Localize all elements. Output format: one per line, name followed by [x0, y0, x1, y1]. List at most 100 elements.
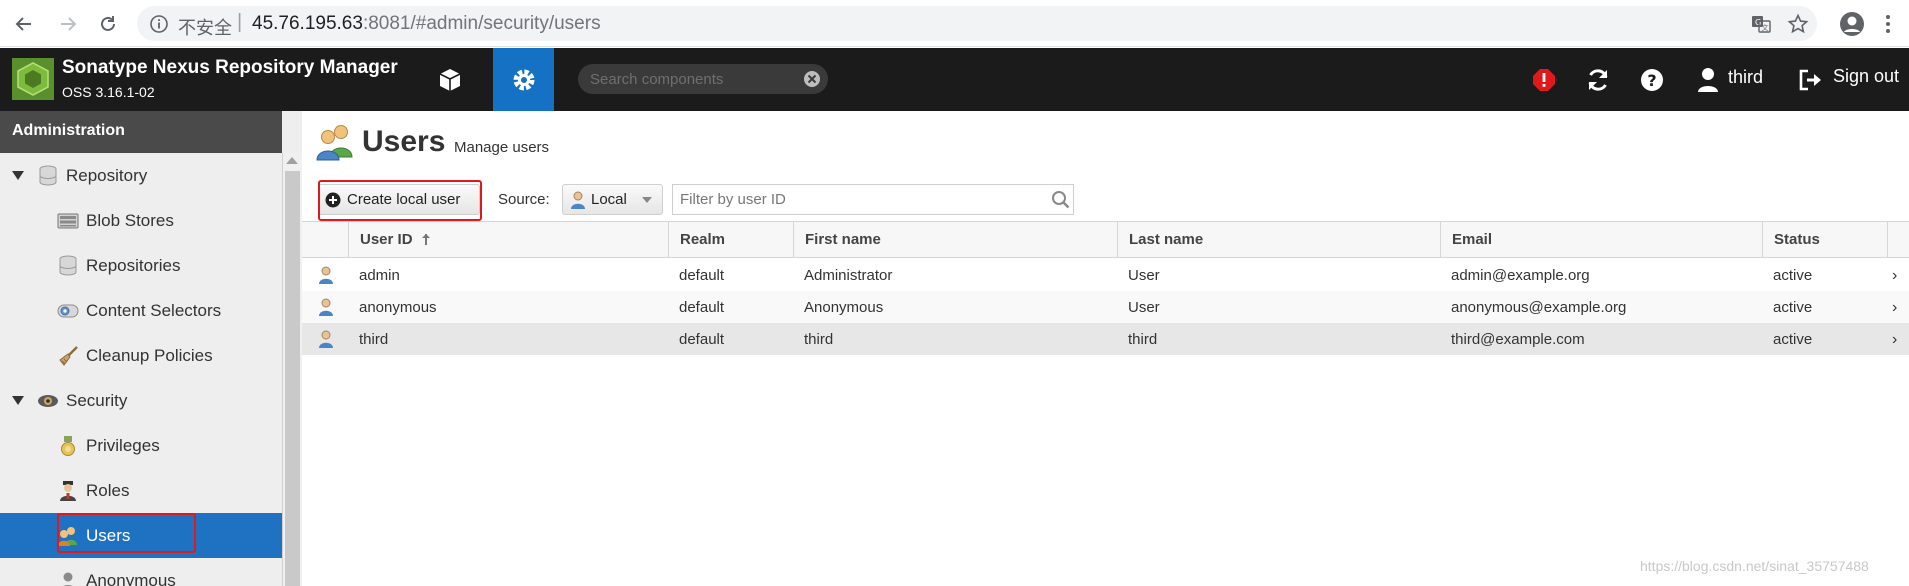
content-selector-icon: [57, 304, 79, 317]
chevron-right-icon[interactable]: ›: [1892, 331, 1897, 349]
info-icon[interactable]: [149, 14, 169, 34]
cell-status: active: [1773, 331, 1813, 348]
arrow-right-icon: [61, 17, 77, 31]
table-row[interactable]: admin default Administrator User admin@e…: [302, 259, 1909, 291]
sidebar-group-repository[interactable]: Repository: [0, 153, 282, 198]
address-bar[interactable]: 不安全 | 45.76.195.63:8081/#admin/security/…: [137, 6, 1817, 41]
chevron-right-icon[interactable]: ›: [1892, 267, 1897, 285]
kebab-menu-icon[interactable]: [1880, 12, 1896, 36]
database-icon: [59, 255, 77, 276]
filter-user-id-input[interactable]: [680, 185, 1040, 214]
table-row[interactable]: anonymous default Anonymous User anonymo…: [302, 291, 1909, 323]
users-icon: [58, 526, 77, 546]
svg-text:G: G: [1755, 18, 1761, 27]
sidebar-scrollbar[interactable]: [282, 153, 302, 586]
sidebar-item-roles[interactable]: Roles: [0, 468, 282, 513]
sidebar-item-privileges[interactable]: Privileges: [0, 423, 282, 468]
sidebar-item-label: Security: [66, 390, 128, 410]
user-account-button[interactable]: [1692, 64, 1724, 96]
sidebar-item-content-selectors[interactable]: Content Selectors: [0, 288, 282, 333]
question-circle-icon: ?: [1641, 69, 1663, 91]
security-eye-icon: [38, 394, 58, 407]
sidebar-item-cleanup-policies[interactable]: Cleanup Policies: [0, 333, 282, 378]
scroll-up-arrow-icon[interactable]: [286, 157, 298, 164]
users-icon: [316, 125, 353, 161]
filter-box[interactable]: [672, 184, 1074, 215]
chevron-down-icon[interactable]: [642, 197, 652, 203]
translate-icon[interactable]: G文: [1750, 13, 1772, 35]
cell-email: admin@example.org: [1451, 267, 1590, 284]
reload-button[interactable]: [92, 8, 124, 40]
help-button[interactable]: ?: [1636, 64, 1668, 96]
app-title: Sonatype Nexus Repository Manager: [62, 57, 398, 78]
nexus-logo-icon[interactable]: [12, 58, 54, 100]
cell-status: active: [1773, 299, 1813, 316]
forward-button[interactable]: [52, 8, 84, 40]
cube-icon: [439, 68, 461, 91]
reload-icon: [101, 16, 115, 31]
insecure-label: 不安全: [178, 18, 232, 39]
caret-down-icon[interactable]: [12, 395, 24, 406]
medal-icon: [61, 435, 75, 456]
user-row-icon: [319, 298, 333, 316]
cell-realm: default: [679, 299, 725, 316]
cell-last-name: User: [1128, 299, 1160, 316]
sidebar-item-blob-stores[interactable]: Blob Stores: [0, 198, 282, 243]
column-header-first-name[interactable]: First name: [793, 222, 1117, 258]
browse-mode-button[interactable]: [420, 48, 480, 111]
sidebar-item-label: Blob Stores: [86, 210, 174, 230]
sidebar-title: Administration: [0, 111, 282, 153]
page-title: Users: [362, 125, 446, 158]
sidebar-item-label: Content Selectors: [86, 300, 222, 320]
sign-out-label[interactable]: Sign out: [1833, 66, 1899, 87]
table-row[interactable]: third default third third third@example.…: [302, 323, 1909, 355]
address-path: :8081/#admin/security/users: [362, 13, 601, 34]
sidebar-item-label: Repositories: [86, 255, 181, 275]
cell-user-id: anonymous: [359, 299, 437, 316]
column-header-status[interactable]: Status: [1762, 222, 1887, 258]
current-user-label[interactable]: third: [1728, 67, 1763, 88]
watermark: https://blog.csdn.net/sinat_35757488: [1640, 558, 1869, 574]
address-host: 45.76.195.63: [252, 13, 363, 34]
chevron-right-icon[interactable]: ›: [1892, 299, 1897, 317]
clear-search-icon[interactable]: [803, 70, 821, 88]
caret-down-icon[interactable]: [12, 170, 24, 181]
bookmark-star-icon[interactable]: [1787, 13, 1809, 35]
sidebar-item-repositories[interactable]: Repositories: [0, 243, 282, 288]
refresh-button[interactable]: [1582, 64, 1614, 96]
table-header: User ID Realm First name Last name Email…: [302, 221, 1909, 258]
admin-mode-button[interactable]: [493, 48, 554, 111]
profile-avatar-icon[interactable]: [1838, 10, 1866, 38]
search-components-input[interactable]: [590, 64, 790, 94]
sidebar-group-security[interactable]: Security: [0, 378, 282, 423]
sidebar-item-anonymous[interactable]: Anonymous: [0, 558, 282, 586]
sign-out-button[interactable]: [1795, 64, 1827, 96]
cell-email: anonymous@example.org: [1451, 299, 1627, 316]
svg-text:?: ?: [1647, 71, 1656, 90]
database-icon: [39, 165, 57, 186]
source-label: Source:: [498, 191, 550, 208]
plus-circle-icon: [325, 192, 341, 207]
scrollbar-thumb[interactable]: [285, 171, 300, 586]
search-components-box[interactable]: [578, 64, 828, 94]
refresh-icon: [1588, 69, 1608, 91]
column-header-realm[interactable]: Realm: [668, 222, 793, 258]
back-button[interactable]: [8, 8, 40, 40]
address-url[interactable]: 45.76.195.63:8081/#admin/security/users: [252, 13, 601, 35]
arrow-left-icon: [15, 17, 31, 31]
cell-realm: default: [679, 331, 725, 348]
cell-user-id: admin: [359, 267, 400, 284]
column-header-last-name[interactable]: Last name: [1117, 222, 1440, 258]
search-icon[interactable]: [1051, 190, 1070, 209]
broom-icon: [59, 345, 78, 366]
system-status-alert-button[interactable]: [1528, 64, 1560, 96]
sidebar-item-label: Cleanup Policies: [86, 345, 213, 365]
sidebar-item-label: Privileges: [86, 435, 160, 455]
create-local-user-button[interactable]: Create local user: [318, 184, 480, 215]
blob-store-icon: [57, 213, 79, 228]
sidebar-item-users[interactable]: Users: [0, 513, 282, 558]
source-select[interactable]: Local: [562, 184, 663, 215]
cell-first-name: Administrator: [804, 267, 893, 284]
cell-email: third@example.com: [1451, 331, 1585, 348]
column-header-email[interactable]: Email: [1440, 222, 1762, 258]
